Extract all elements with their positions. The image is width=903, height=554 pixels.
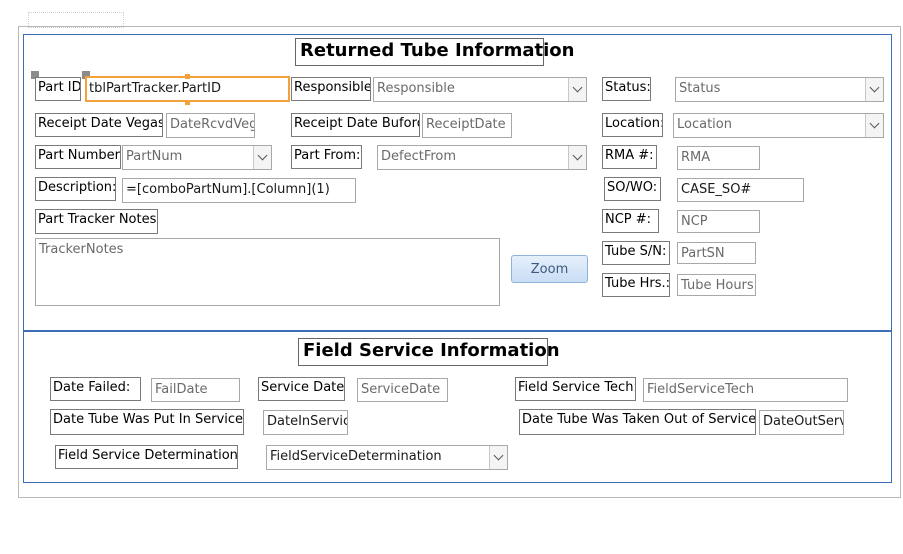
rma-label: RMA #: [602, 145, 657, 169]
date-put-in-service-field[interactable]: DateInService [263, 410, 348, 435]
chevron-down-icon[interactable] [489, 446, 507, 469]
determination-label: Field Service Determination: [55, 445, 238, 469]
part-from-combo[interactable]: DefectFrom [377, 145, 587, 170]
location-combo[interactable]: Location [673, 113, 884, 138]
determination-value: FieldServiceDetermination [270, 449, 442, 464]
part-number-value: PartNum [126, 149, 183, 164]
zoom-button[interactable]: Zoom [511, 255, 588, 283]
service-date-field[interactable]: ServiceDate [357, 378, 448, 402]
tracker-notes-field[interactable]: TrackerNotes [35, 238, 500, 306]
location-value: Location [677, 117, 732, 132]
tube-sn-field[interactable]: PartSN [677, 242, 756, 264]
rma-field[interactable]: RMA [677, 146, 760, 170]
field-service-title: Field Service Information [298, 338, 560, 366]
responsible-label: Responsible: [291, 77, 371, 101]
selection-handle[interactable] [185, 100, 190, 105]
so-wo-label: SO/WO: [604, 177, 661, 201]
tube-hrs-label: Tube Hrs.: [602, 273, 670, 297]
receipt-date-vegas-field[interactable]: DateRcvdVega [166, 113, 255, 138]
chevron-down-icon[interactable] [865, 78, 883, 101]
ncp-field[interactable]: NCP [677, 210, 760, 233]
date-taken-out-field[interactable]: DateOutServi [759, 410, 844, 435]
responsible-combo[interactable]: Responsible [373, 77, 587, 102]
field-service-tech-label: Field Service Tech: [515, 377, 636, 401]
description-field[interactable]: =[comboPartNum].[Column](1) [122, 178, 356, 203]
receipt-date-buford-label: Receipt Date Buford: [291, 113, 420, 137]
chevron-down-icon[interactable] [568, 78, 586, 101]
part-number-combo[interactable]: PartNum [122, 145, 272, 170]
chevron-down-icon[interactable] [568, 146, 586, 169]
chevron-down-icon[interactable] [253, 146, 271, 169]
receipt-date-vegas-label: Receipt Date Vegas: [35, 113, 163, 137]
part-from-value: DefectFrom [381, 149, 457, 164]
status-label: Status: [602, 77, 651, 101]
date-failed-label: Date Failed: [50, 377, 141, 401]
location-label: Location: [602, 113, 663, 137]
tracker-notes-label: Part Tracker Notes: [35, 209, 158, 234]
status-value: Status [679, 81, 721, 96]
tube-sn-label: Tube S/N: [602, 241, 670, 265]
part-number-label: Part Number: [35, 145, 121, 169]
part-id-label: Part ID [35, 77, 81, 101]
date-put-in-service-label: Date Tube Was Put In Service: [50, 409, 244, 435]
status-combo[interactable]: Status [675, 77, 884, 102]
so-wo-field[interactable]: CASE_SO# [677, 178, 804, 202]
part-from-label: Part From: [291, 145, 362, 169]
determination-combo[interactable]: FieldServiceDetermination [266, 445, 508, 470]
field-service-tech-field[interactable]: FieldServiceTech [643, 378, 848, 402]
ncp-label: NCP #: [602, 209, 659, 233]
description-label: Description: [35, 177, 116, 201]
responsible-value: Responsible [377, 81, 455, 96]
date-taken-out-label: Date Tube Was Taken Out of Service: [519, 409, 756, 435]
chevron-down-icon[interactable] [865, 114, 883, 137]
part-id-field[interactable]: tblPartTracker.PartID [85, 76, 290, 102]
date-failed-field[interactable]: FailDate [151, 378, 240, 402]
tube-hrs-field[interactable]: Tube Hours [677, 274, 756, 296]
returned-tube-title: Returned Tube Information [295, 38, 574, 66]
selection-handle[interactable] [185, 74, 190, 79]
receipt-date-buford-field[interactable]: ReceiptDate [422, 113, 512, 138]
service-date-label: Service Date: [258, 377, 345, 401]
